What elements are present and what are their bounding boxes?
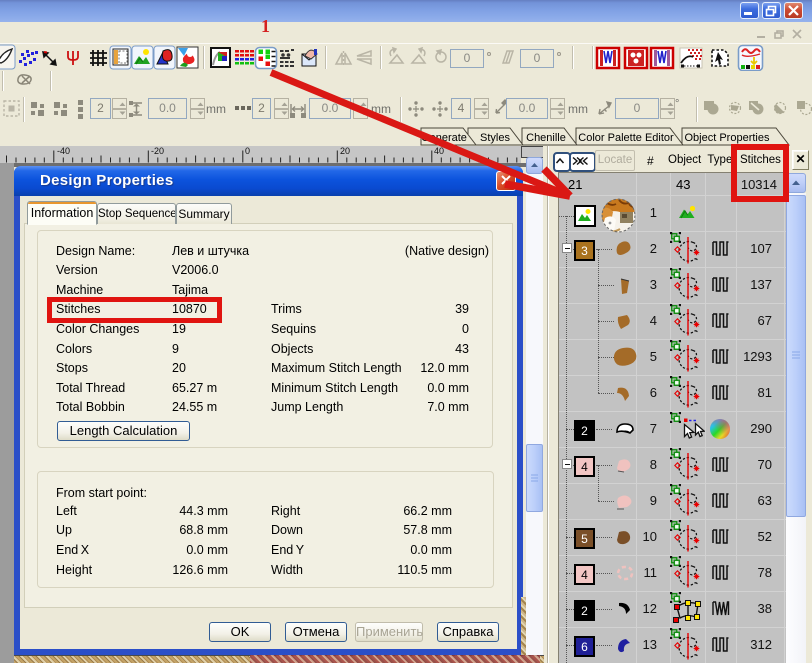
svg-text:Color Palette Editor: Color Palette Editor	[578, 132, 674, 144]
svg-text:20: 20	[340, 146, 350, 156]
svg-text:Object Properties: Object Properties	[685, 132, 770, 144]
svg-text:-20: -20	[151, 146, 164, 156]
svg-text:-40: -40	[57, 146, 70, 156]
svg-text:0: 0	[534, 51, 541, 65]
svg-text:0: 0	[245, 146, 250, 156]
svg-text:0: 0	[464, 51, 471, 65]
svg-text:Styles: Styles	[480, 132, 510, 144]
svg-text:Chenille: Chenille	[526, 132, 566, 144]
